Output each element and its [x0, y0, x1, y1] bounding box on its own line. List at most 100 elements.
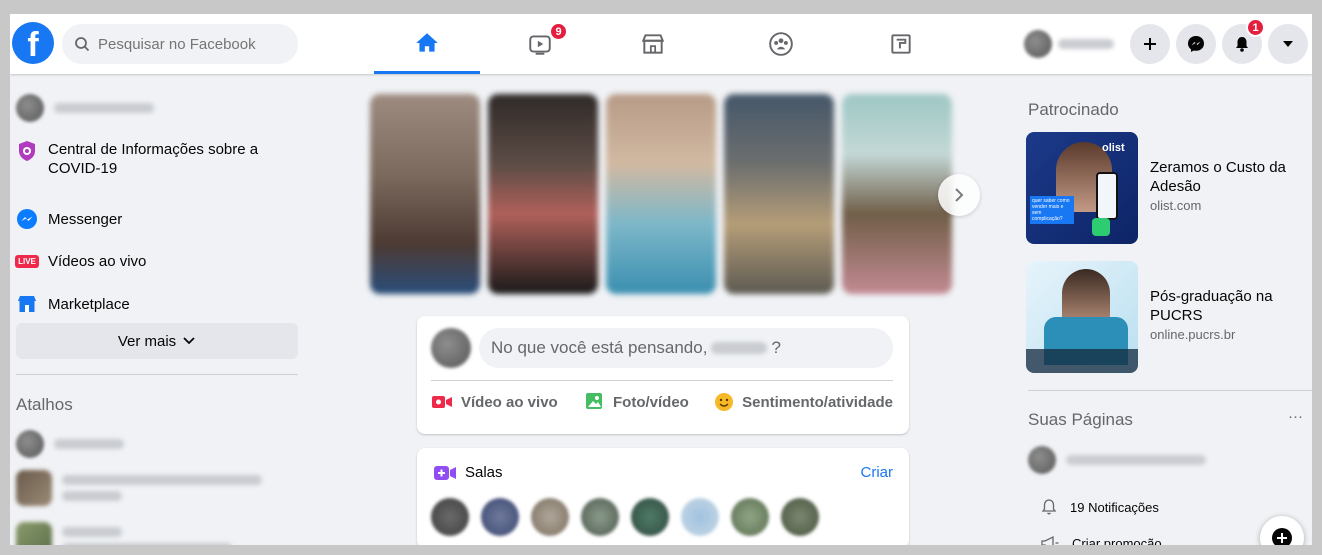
- tab-marketplace[interactable]: [600, 14, 706, 74]
- room-avatar[interactable]: [631, 498, 669, 536]
- page-name-redacted: [1066, 455, 1206, 465]
- marketplace-icon: [641, 34, 665, 54]
- shortcut-item[interactable]: [16, 470, 298, 506]
- rooms-video-icon: [434, 465, 456, 480]
- shortcut-avatar: [16, 522, 52, 545]
- divider: [431, 380, 893, 381]
- page-notifications[interactable]: 19 Notificações: [1040, 498, 1159, 516]
- page-create-promotion[interactable]: Criar promoção: [1040, 534, 1162, 545]
- room-avatar[interactable]: [481, 498, 519, 536]
- search-input[interactable]: [98, 35, 278, 53]
- sidebar-item-label: Messenger: [48, 210, 123, 228]
- tab-watch[interactable]: 9: [487, 14, 593, 74]
- covid-shield-icon: [16, 140, 38, 162]
- see-more-button[interactable]: Ver mais: [16, 323, 298, 359]
- photo-video-label: Foto/vídeo: [613, 393, 689, 411]
- left-sidebar: Central de Informações sobre a COVID-19 …: [10, 74, 310, 545]
- room-avatar[interactable]: [531, 498, 569, 536]
- ad-title: Zeramos o Custo da Adesão: [1150, 159, 1286, 195]
- room-avatar[interactable]: [731, 498, 769, 536]
- ad-text: Pós-graduação na PUCRS online.pucrs.br: [1150, 261, 1306, 373]
- caret-down-icon: [1283, 41, 1293, 47]
- composer-input[interactable]: No que você está pensando, ?: [479, 328, 893, 368]
- shortcut-item[interactable]: [16, 430, 298, 458]
- tab-gaming[interactable]: [848, 14, 954, 74]
- messenger-icon: [16, 208, 38, 230]
- notifications-button[interactable]: 1: [1222, 18, 1265, 64]
- ad-decoration: [1092, 218, 1110, 236]
- ad-image-pucrs: [1026, 261, 1138, 373]
- shortcut-name-redacted: [62, 527, 232, 545]
- tab-home[interactable]: [374, 14, 480, 74]
- messenger-button[interactable]: [1176, 24, 1216, 64]
- room-avatar[interactable]: [581, 498, 619, 536]
- rooms-card: Salas Criar: [417, 448, 909, 545]
- stories-tray: [370, 94, 952, 294]
- photo-video-button[interactable]: Foto/vídeo: [583, 392, 689, 412]
- story-card[interactable]: [724, 94, 834, 294]
- create-room-link[interactable]: Criar: [861, 464, 894, 481]
- live-icon: LIVE: [15, 250, 39, 272]
- room-avatar[interactable]: [431, 498, 469, 536]
- profile-name-redacted: [1058, 39, 1114, 49]
- top-navigation-bar: f 9 1: [10, 14, 1312, 74]
- ad-url: online.pucrs.br: [1150, 327, 1236, 342]
- create-button[interactable]: [1130, 24, 1170, 64]
- sidebar-item-marketplace[interactable]: Marketplace: [16, 293, 298, 315]
- tab-groups[interactable]: [728, 14, 834, 74]
- user-name-redacted: [711, 342, 768, 354]
- story-card[interactable]: [370, 94, 480, 294]
- page-item[interactable]: [1028, 446, 1206, 474]
- composer-prompt-end: ?: [771, 338, 781, 357]
- ad-text: Zeramos o Custo da Adesão olist.com: [1150, 132, 1306, 244]
- live-badge: LIVE: [15, 254, 39, 268]
- room-avatar[interactable]: [781, 498, 819, 536]
- profile-name-redacted: [54, 103, 154, 113]
- rooms-avatars: [431, 498, 819, 536]
- your-pages-title: Suas Páginas: [1028, 410, 1133, 429]
- chevron-down-icon: [183, 337, 195, 345]
- story-card[interactable]: [842, 94, 952, 294]
- plus-circle-icon: [1272, 528, 1292, 545]
- notifications-count: 19 Notificações: [1070, 499, 1159, 515]
- profile-shortcut[interactable]: [1020, 26, 1120, 62]
- home-icon: [416, 32, 438, 52]
- shortcut-name-redacted: [54, 439, 124, 449]
- sponsored-title: Patrocinado: [1028, 100, 1119, 119]
- megaphone-icon: [1041, 535, 1059, 545]
- ad-image-banner: [1026, 349, 1138, 373]
- chevron-right-icon: [955, 188, 964, 202]
- live-video-label: Vídeo ao vivo: [461, 393, 558, 411]
- bell-icon: [1236, 37, 1248, 52]
- shortcuts-title: Atalhos: [16, 395, 73, 414]
- story-card[interactable]: [488, 94, 598, 294]
- room-avatar[interactable]: [681, 498, 719, 536]
- facebook-window: f 9 1: [10, 14, 1312, 545]
- pages-more-button[interactable]: ···: [1288, 408, 1303, 425]
- sidebar-item-messenger[interactable]: Messenger: [16, 208, 298, 230]
- sidebar-item-profile[interactable]: [16, 94, 298, 122]
- sidebar-item-label: Marketplace: [48, 295, 130, 313]
- watch-badge: 9: [549, 22, 568, 41]
- sponsored-ad[interactable]: Pós-graduação na PUCRS online.pucrs.br: [1026, 261, 1306, 373]
- stories-next-button[interactable]: [938, 174, 980, 216]
- feeling-activity-button[interactable]: Sentimento/atividade: [714, 392, 893, 412]
- composer-prompt: No que você está pensando,: [491, 338, 708, 357]
- story-card[interactable]: [606, 94, 716, 294]
- sidebar-item-covid[interactable]: Central de Informações sobre a COVID-19: [16, 140, 298, 178]
- feeling-activity-label: Sentimento/atividade: [742, 393, 893, 411]
- create-promotion-label: Criar promoção: [1072, 535, 1162, 546]
- avatar: [16, 94, 44, 122]
- phone-illustration: [1096, 172, 1118, 220]
- composer-actions: Vídeo ao vivo Foto/vídeo Sentimento/ativ…: [431, 392, 893, 412]
- sidebar-item-live[interactable]: LIVE Vídeos ao vivo: [15, 250, 298, 272]
- shortcut-item[interactable]: [16, 522, 298, 545]
- live-video-button[interactable]: Vídeo ao vivo: [431, 392, 558, 412]
- facebook-logo[interactable]: f: [12, 22, 54, 64]
- sponsored-ad[interactable]: olist quer saber como vender mais e sem …: [1026, 132, 1306, 244]
- page-avatar: [1028, 446, 1056, 474]
- avatar: [431, 328, 471, 368]
- shortcut-avatar: [16, 470, 52, 506]
- search-box[interactable]: [62, 24, 298, 64]
- account-menu-button[interactable]: [1268, 24, 1308, 64]
